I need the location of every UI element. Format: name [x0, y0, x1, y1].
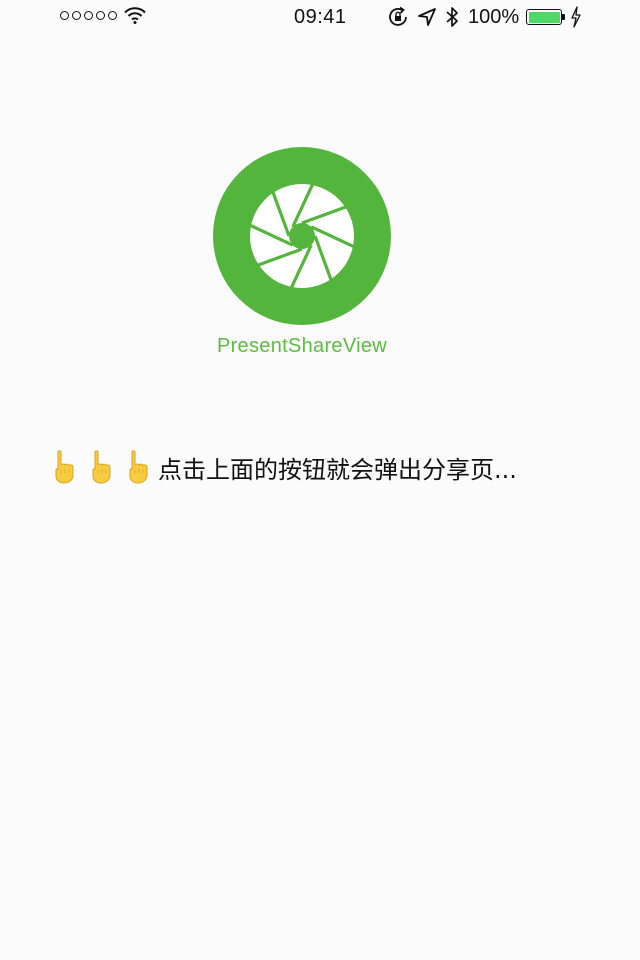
hint-row: 点击上面的按钮就会弹出分享页...: [52, 448, 517, 486]
battery-nub: [562, 14, 565, 20]
signal-dots-icon: [60, 11, 117, 20]
hint-text: 点击上面的按钮就会弹出分享页...: [158, 455, 517, 484]
rotation-lock-icon: [389, 6, 407, 26]
bluetooth-icon: [446, 7, 458, 27]
battery-percent: 100%: [468, 6, 520, 28]
charging-bolt-icon: [571, 6, 581, 28]
share-button[interactable]: [213, 147, 391, 325]
battery-fill: [528, 11, 560, 23]
pointing-up-hand-icon: [55, 450, 74, 484]
pointing-up-hand-icon: [129, 450, 148, 484]
pointing-up-hand-icon: [92, 450, 111, 484]
status-bar: 09:41 100%: [0, 0, 640, 36]
wifi-icon: [124, 7, 146, 24]
status-time: 09:41: [294, 6, 347, 28]
app-name-label: PresentShareView: [216, 335, 388, 357]
screen: 09:41 100% PresentShareView 点击上面的按钮就会弹出分…: [0, 0, 640, 960]
location-arrow-icon: [418, 8, 436, 26]
battery-icon: [526, 9, 562, 25]
shutter-center: [289, 223, 315, 249]
